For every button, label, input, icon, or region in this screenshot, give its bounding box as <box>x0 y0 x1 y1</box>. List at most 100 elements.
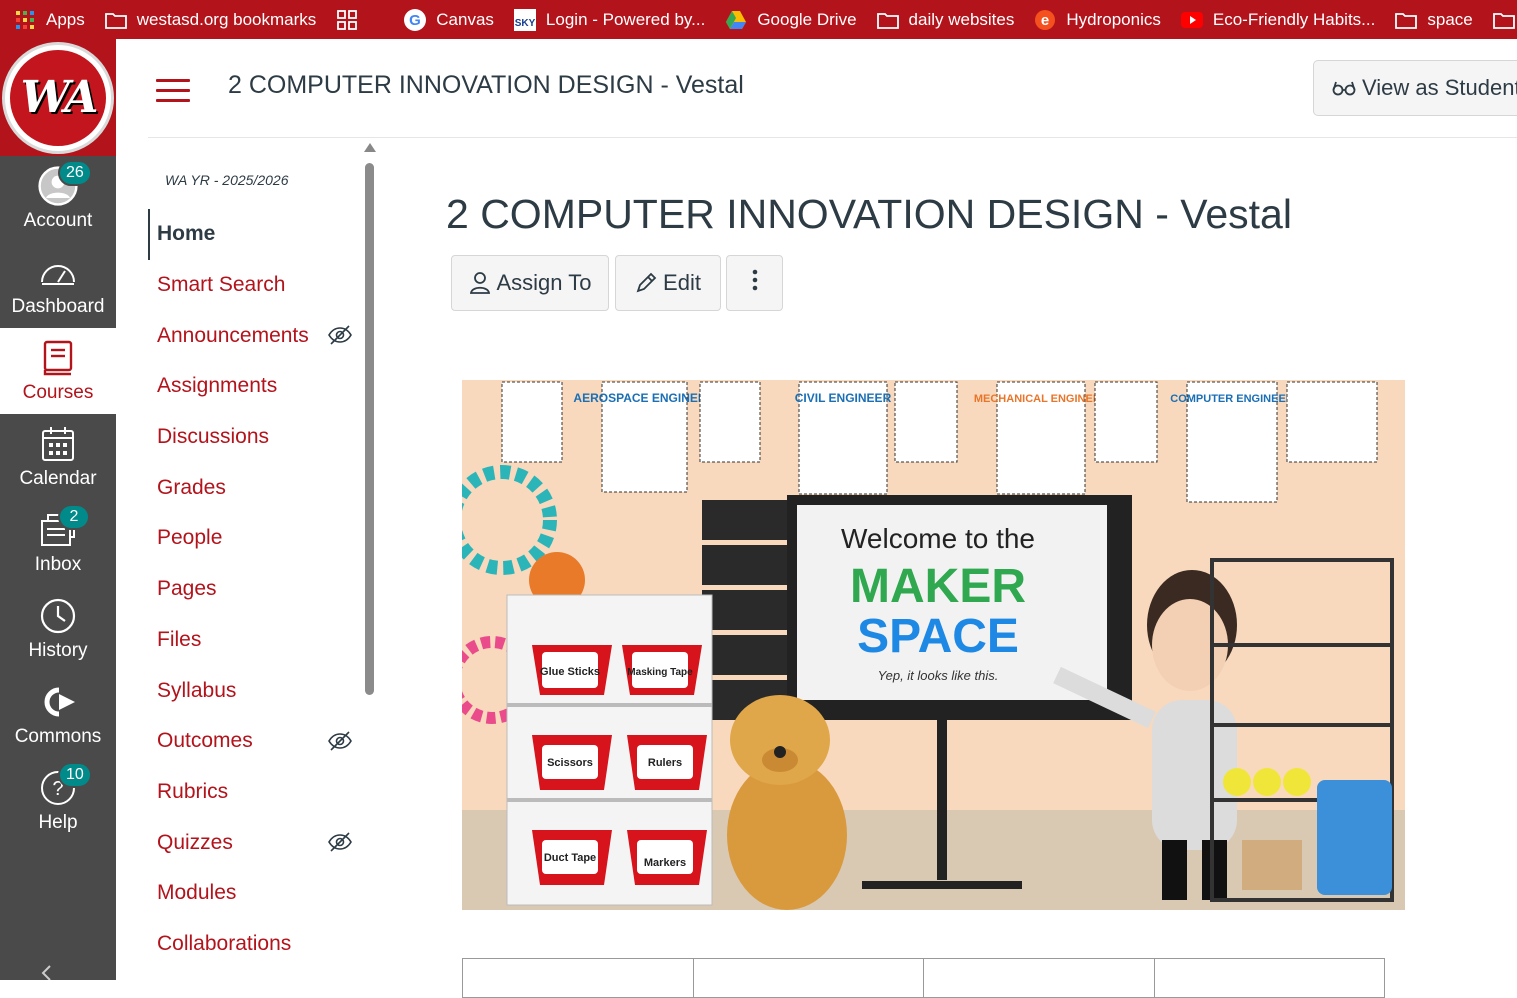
tagline-text: Yep, it looks like this. <box>878 668 999 683</box>
course-nav-quizzes[interactable]: Quizzes <box>148 817 358 868</box>
assign-to-button[interactable]: Assign To <box>451 255 609 311</box>
notification-badge: 26 <box>58 160 92 186</box>
bin-label: Glue Sticks <box>540 666 600 678</box>
scroll-up-arrow-icon[interactable] <box>364 143 376 152</box>
course-nav-label: Announcements <box>157 323 309 347</box>
calendar-icon <box>38 424 78 464</box>
course-nav-announcements[interactable]: Announcements <box>148 310 358 361</box>
course-nav-label: Assignments <box>157 374 278 398</box>
course-nav-grades[interactable]: Grades <box>148 462 358 513</box>
bookmark-apps[interactable]: Apps <box>0 0 95 39</box>
gnav-dashboard[interactable]: Dashboard <box>0 242 116 328</box>
gnav-commons[interactable]: Commons <box>0 672 116 758</box>
assign-to-label: Assign To <box>496 270 592 295</box>
bookmark-label: westasd.org bookmarks <box>136 9 317 29</box>
dashboard-gauge-icon <box>38 252 78 292</box>
gnav-courses[interactable]: Courses <box>0 328 116 414</box>
google-icon: G <box>404 8 427 31</box>
bookmark-space[interactable]: space <box>1385 0 1482 39</box>
gnav-label: Help <box>38 812 78 833</box>
notification-badge: 2 <box>58 504 90 530</box>
course-nav-label: People <box>157 526 223 550</box>
more-options-button[interactable] <box>726 255 783 311</box>
school-logo[interactable]: WA <box>2 41 114 154</box>
gnav-history[interactable]: History <box>0 586 116 672</box>
bookmark-daily-websites[interactable]: daily websites <box>867 0 1025 39</box>
course-nav-home[interactable]: Home <box>148 209 358 260</box>
bin-label: Scissors <box>547 757 593 769</box>
table-cell <box>924 959 1155 997</box>
notification-badge: 10 <box>58 762 92 788</box>
course-nav-label: Smart Search <box>157 273 286 297</box>
bookmark-folder[interactable] <box>1483 0 1517 39</box>
course-nav-smart-search[interactable]: Smart Search <box>148 260 358 311</box>
bookmark-login[interactable]: SKY Login - Powered by... <box>504 0 715 39</box>
bookmark-label: Apps <box>46 9 85 29</box>
course-nav-rubrics[interactable]: Rubrics <box>148 767 358 818</box>
edit-label: Edit <box>663 270 701 295</box>
folder-icon <box>1492 9 1515 31</box>
bookmark-google-drive[interactable]: Google Drive <box>715 0 866 39</box>
bookmark-label: daily websites <box>908 9 1015 29</box>
space-text: SPACE <box>857 610 1019 663</box>
bin-label: Markers <box>644 857 686 869</box>
bookmark-hydroponics[interactable]: e Hydroponics <box>1024 0 1171 39</box>
bookmark-tab-groups[interactable] <box>326 0 378 39</box>
apps-grid-icon <box>14 9 36 31</box>
gnav-label: Dashboard <box>11 296 105 317</box>
gnav-label: Account <box>23 210 93 231</box>
bookmark-label: Canvas <box>436 9 494 29</box>
scroll-thumb[interactable] <box>365 163 374 695</box>
page-title: 2 COMPUTER INNOVATION DESIGN - Vestal <box>446 191 1292 237</box>
course-nav-list: Home Smart Search Announcements Assignme… <box>148 209 358 969</box>
view-as-student-label: View as Student <box>1362 75 1517 100</box>
svg-text:e: e <box>1041 12 1049 29</box>
table-cell <box>1155 959 1385 997</box>
folder-icon <box>104 9 127 31</box>
course-nav-label: Files <box>157 627 202 651</box>
gnav-inbox[interactable]: Inbox 2 <box>0 500 116 586</box>
gnav-account[interactable]: Account 26 <box>0 156 116 242</box>
history-clock-icon <box>38 596 78 636</box>
gnav-label: Commons <box>14 726 102 747</box>
course-nav-people[interactable]: People <box>148 513 358 564</box>
course-nav-label: Pages <box>157 577 217 601</box>
course-nav-label: Rubrics <box>157 779 229 803</box>
course-nav-files[interactable]: Files <box>148 615 358 666</box>
course-nav-label: Grades <box>157 475 226 499</box>
course-nav-syllabus[interactable]: Syllabus <box>148 665 358 716</box>
bookmark-eco-friendly[interactable]: Eco-Friendly Habits... <box>1171 0 1386 39</box>
bookmark-canvas[interactable]: G Canvas <box>394 0 504 39</box>
bookmark-label: Login - Powered by... <box>545 9 706 29</box>
course-nav: WA YR - 2025/2026 Home Smart Search Anno… <box>148 138 378 980</box>
svg-text:SKY: SKY <box>515 18 536 29</box>
gnav-help[interactable]: ? Help 10 <box>0 758 116 844</box>
edit-button[interactable]: Edit <box>615 255 721 311</box>
course-nav-modules[interactable]: Modules <box>148 868 358 919</box>
courses-book-icon <box>38 338 78 378</box>
view-as-student-button[interactable]: View as Student <box>1313 60 1517 116</box>
gnav-calendar[interactable]: Calendar <box>0 414 116 500</box>
gnav-label: Calendar <box>19 468 97 489</box>
breadcrumb[interactable]: 2 COMPUTER INNOVATION DESIGN - Vestal <box>228 71 744 100</box>
logo-area[interactable]: WA <box>0 39 116 156</box>
hidden-eye-slash-icon <box>328 729 352 753</box>
bin-label: Duct Tape <box>544 852 596 864</box>
course-nav-assignments[interactable]: Assignments <box>148 361 358 412</box>
course-nav-outcomes[interactable]: Outcomes <box>148 716 358 767</box>
bookmark-label: Eco-Friendly Habits... <box>1212 9 1376 29</box>
folder-icon <box>1395 9 1418 31</box>
course-nav-collaborations[interactable]: Collaborations <box>148 919 358 970</box>
bookmark-westasd[interactable]: westasd.org bookmarks <box>95 0 327 39</box>
hamburger-menu-icon[interactable] <box>156 79 190 103</box>
course-nav-discussions[interactable]: Discussions <box>148 412 358 463</box>
pencil-icon <box>635 272 657 294</box>
course-nav-label: Outcomes <box>157 729 253 753</box>
course-header: 2 COMPUTER INNOVATION DESIGN - Vestal Vi… <box>116 39 1517 137</box>
collapse-nav-icon[interactable] <box>40 964 60 985</box>
course-nav-label: Discussions <box>157 425 270 449</box>
edge-e-icon: e <box>1034 9 1056 31</box>
hidden-eye-slash-icon <box>328 830 352 854</box>
course-nav-scrollbar[interactable] <box>364 143 376 703</box>
course-nav-pages[interactable]: Pages <box>148 564 358 615</box>
